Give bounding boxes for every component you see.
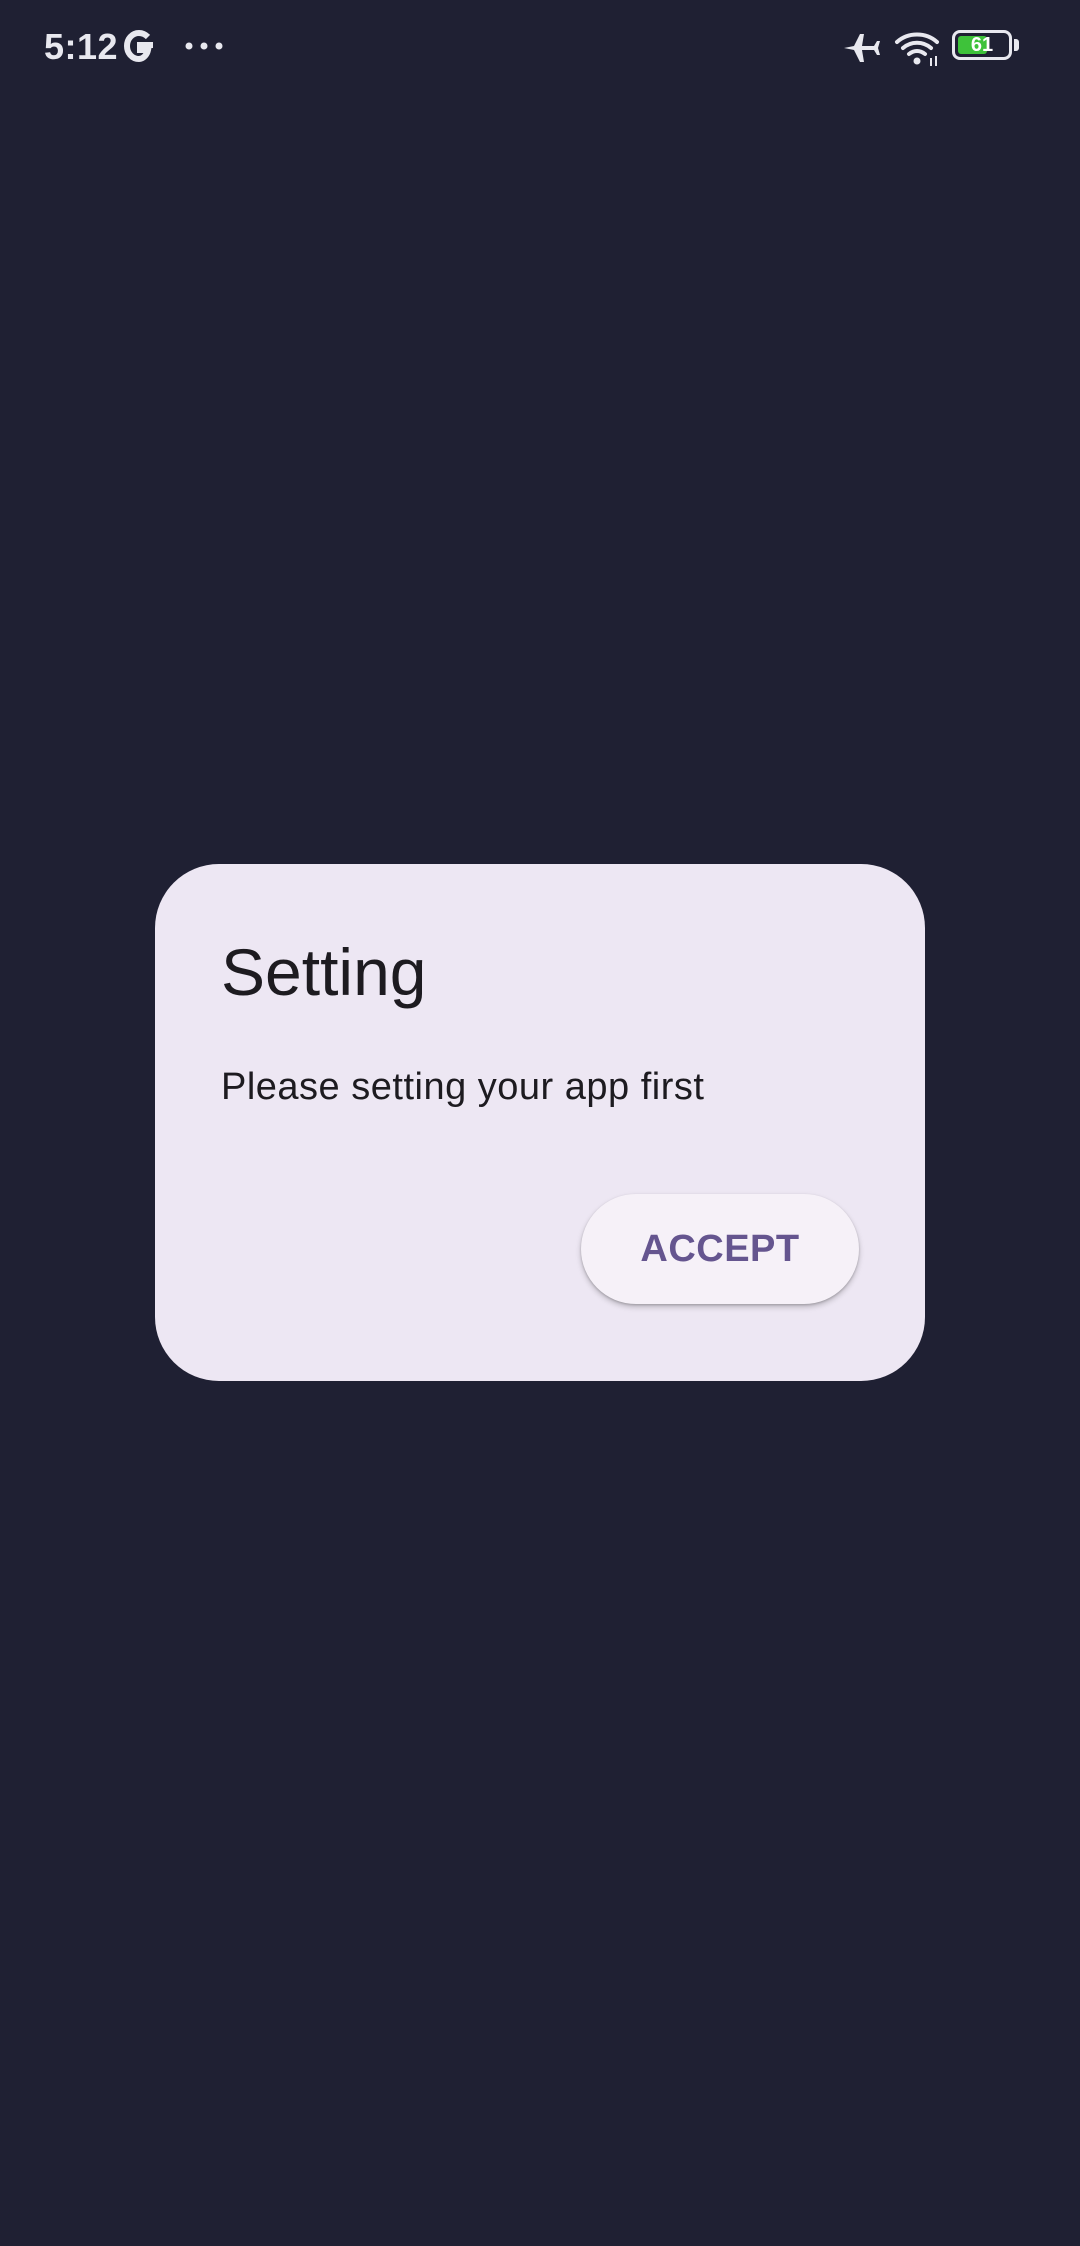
battery-icon: 61 xyxy=(952,30,1022,64)
accept-button[interactable]: ACCEPT xyxy=(581,1194,859,1304)
wifi-icon xyxy=(895,32,939,66)
dialog-title: Setting xyxy=(221,935,427,1009)
more-dots-icon xyxy=(185,42,223,50)
battery-level-text: 61 xyxy=(970,34,994,56)
google-g-icon xyxy=(123,29,153,63)
status-time: 5:12 xyxy=(44,26,119,67)
battery-tip xyxy=(1014,39,1019,51)
setting-dialog: Setting Please setting your app first AC… xyxy=(155,864,925,1381)
status-bar: 5:12 61 xyxy=(0,0,1080,96)
dialog-message: Please setting your app first xyxy=(221,1066,705,1108)
airplane-mode-icon xyxy=(844,34,880,62)
